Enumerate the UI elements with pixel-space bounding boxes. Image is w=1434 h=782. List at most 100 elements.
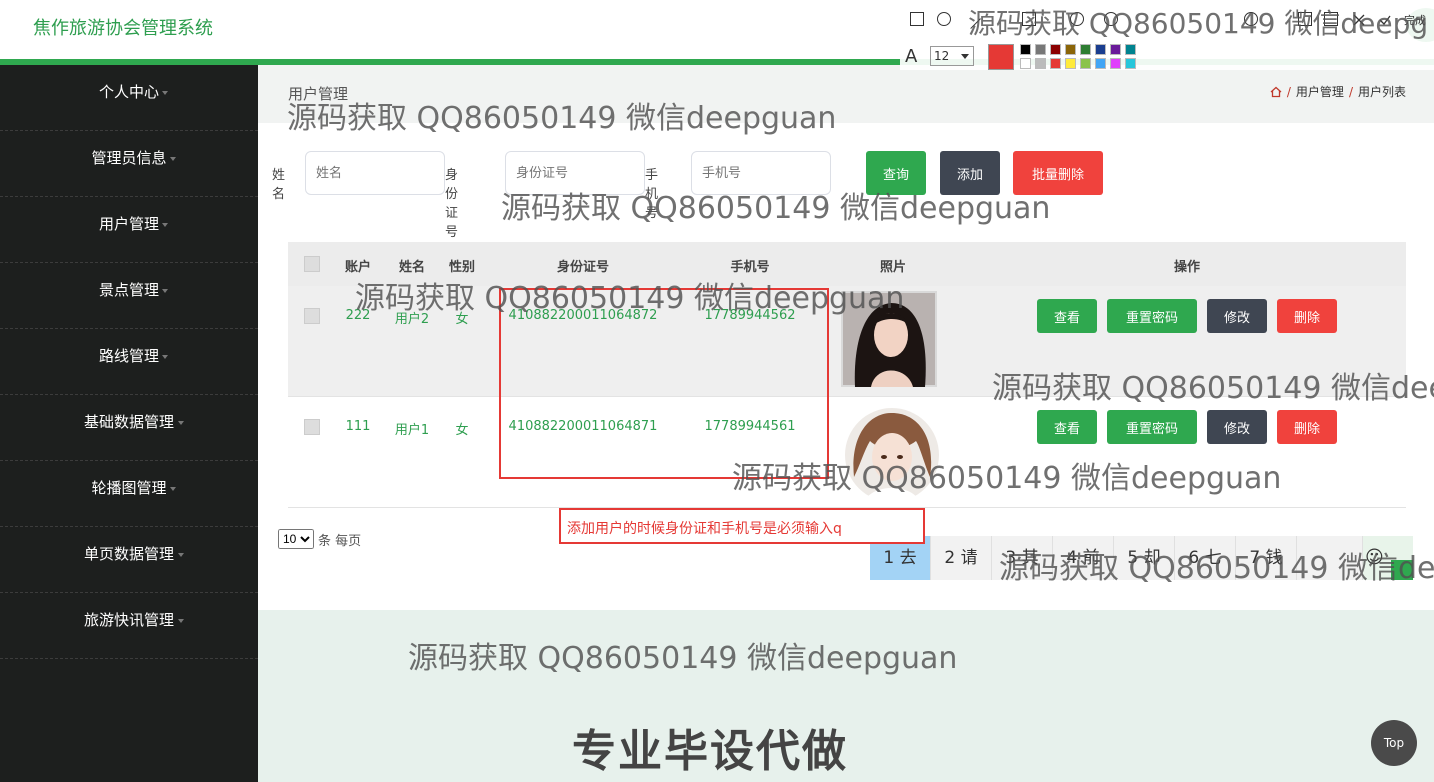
color-swatch[interactable] (1035, 58, 1046, 69)
name-input[interactable] (305, 151, 445, 195)
color-swatch[interactable] (1020, 58, 1031, 69)
page-button-2[interactable]: 2 请 (931, 536, 992, 580)
save-icon[interactable] (1298, 12, 1312, 26)
page-next-button[interactable] (1297, 536, 1363, 580)
check-icon[interactable] (1378, 12, 1392, 26)
gender-cell: 女 (455, 312, 469, 327)
gender-cell: 女 (455, 423, 469, 438)
finish-button[interactable]: 完成 (1404, 12, 1426, 28)
select-all-checkbox[interactable] (304, 256, 320, 272)
color-swatch[interactable] (1110, 44, 1121, 55)
query-button[interactable]: 查询 (866, 151, 926, 195)
add-button[interactable]: 添加 (940, 151, 1000, 195)
pin-icon[interactable] (1324, 12, 1338, 26)
page-button-6[interactable]: 6 七 (1175, 536, 1236, 580)
sidebar-item-label: 基础数据管理 (83, 413, 174, 431)
rectangle-tool-icon[interactable] (910, 12, 924, 26)
color-swatch[interactable] (1065, 58, 1076, 69)
main-content: 用户管理 / 用户管理 / 用户列表 姓名 身份证号 手机号 查询 添加 批量删… (258, 65, 1434, 782)
font-size-value: 12 (934, 49, 950, 63)
ellipse-tool-icon[interactable] (937, 12, 951, 26)
color-swatch[interactable] (1020, 44, 1031, 55)
undo-icon[interactable] (1104, 12, 1118, 26)
page-button-3[interactable]: 3 其 (992, 536, 1053, 580)
sidebar-item-base-data[interactable]: 基础数据管理 (0, 395, 258, 461)
edit-button[interactable]: 修改 (1207, 410, 1267, 444)
color-swatch[interactable] (1095, 58, 1106, 69)
sidebar-item-personal-center[interactable]: 个人中心 (0, 65, 258, 131)
id-number-input[interactable] (505, 151, 645, 195)
ime-candidate-end[interactable]: ☺ (1363, 536, 1413, 580)
sidebar-item-single-page[interactable]: 单页数据管理 (0, 527, 258, 593)
sidebar-item-carousel[interactable]: 轮播图管理 (0, 461, 258, 527)
chevron-down-icon (170, 157, 176, 161)
chevron-down-icon (162, 91, 168, 95)
color-swatch[interactable] (1080, 58, 1091, 69)
row-checkbox[interactable] (304, 419, 320, 435)
close-icon[interactable] (1352, 12, 1366, 26)
pagination: 1 去 2 请 3 其 4 前 5 却 6 七 7 钱 ☺ (870, 536, 1413, 580)
sidebar: 个人中心 管理员信息 用户管理 景点管理 路线管理 基础数据管理 轮播图管理 单… (0, 65, 258, 782)
page-button-5[interactable]: 5 却 (1114, 536, 1175, 580)
user-photo (845, 408, 939, 503)
chevron-down-icon (178, 421, 184, 425)
reset-password-button[interactable]: 重置密码 (1107, 410, 1197, 444)
sidebar-item-user-management[interactable]: 用户管理 (0, 197, 258, 263)
color-swatch[interactable] (1050, 44, 1061, 55)
name-cell: 用户2 (394, 312, 430, 327)
color-swatch[interactable] (1035, 44, 1046, 55)
page-size-label: 条 每页 (318, 533, 362, 549)
column-header-phone: 手机号 (730, 260, 770, 275)
color-swatch[interactable] (1095, 44, 1106, 55)
chevron-down-icon (170, 487, 176, 491)
reset-password-button[interactable]: 重置密码 (1107, 299, 1197, 333)
color-swatch[interactable] (1065, 44, 1076, 55)
chevron-down-icon (162, 355, 168, 359)
delete-button[interactable]: 删除 (1277, 299, 1337, 333)
breadcrumb-bar: 用户管理 / 用户管理 / 用户列表 (258, 65, 1434, 123)
sidebar-item-admin-info[interactable]: 管理员信息 (0, 131, 258, 197)
sidebar-item-route-management[interactable]: 路线管理 (0, 329, 258, 395)
color-swatch[interactable] (1110, 58, 1121, 69)
phone-input[interactable] (691, 151, 831, 195)
view-button[interactable]: 查看 (1037, 410, 1097, 444)
line-tool-icon[interactable] (961, 9, 981, 29)
breadcrumb-item-user-management[interactable]: 用户管理 (1296, 83, 1344, 100)
number-tool-icon[interactable] (1070, 12, 1084, 26)
page-button-7[interactable]: 7 钱 (1236, 536, 1297, 580)
delete-button[interactable]: 删除 (1277, 410, 1337, 444)
view-button[interactable]: 查看 (1037, 299, 1097, 333)
sidebar-item-label: 用户管理 (98, 215, 159, 233)
color-swatch[interactable] (1125, 58, 1136, 69)
user-photo (841, 291, 937, 387)
row-checkbox[interactable] (304, 308, 320, 324)
page-button-4[interactable]: 4 前 (1053, 536, 1114, 580)
color-swatch[interactable] (1050, 58, 1061, 69)
page-size-select[interactable]: 10 (278, 529, 314, 549)
sidebar-item-label: 旅游快讯管理 (83, 611, 174, 629)
batch-delete-button[interactable]: 批量删除 (1013, 151, 1103, 195)
name-label: 姓名 (272, 168, 286, 202)
sidebar-item-travel-news[interactable]: 旅游快讯管理 (0, 593, 258, 659)
font-size-select[interactable]: 12 (930, 46, 974, 66)
chevron-down-icon (178, 619, 184, 623)
sidebar-item-scenic-management[interactable]: 景点管理 (0, 263, 258, 329)
page-title: 用户管理 (288, 85, 349, 103)
column-header-account: 账户 (344, 260, 371, 275)
screenshot-toolbar: 完成 A 12 源码获取 QQ86050149 微信deepg (900, 4, 1434, 70)
annotation-textbox[interactable]: 添加用户的时候身份证和手机号是必须输入q (559, 508, 925, 544)
text-tool-icon[interactable] (1022, 12, 1036, 26)
footer-area: 专业毕设代做 (258, 610, 1434, 782)
breadcrumb: / 用户管理 / 用户列表 (1270, 83, 1406, 100)
breadcrumb-item-user-list: 用户列表 (1357, 85, 1406, 99)
color-swatch[interactable] (1125, 44, 1136, 55)
color-swatch[interactable] (1080, 44, 1091, 55)
current-color-swatch[interactable] (988, 44, 1014, 70)
font-icon: A (905, 46, 918, 67)
back-to-top-button[interactable]: Top (1371, 720, 1417, 766)
record-icon[interactable] (1244, 12, 1258, 26)
column-header-photo: 照片 (879, 260, 906, 275)
edit-button[interactable]: 修改 (1207, 299, 1267, 333)
home-icon[interactable] (1270, 86, 1282, 98)
id-number-label: 身份证号 (445, 168, 459, 240)
